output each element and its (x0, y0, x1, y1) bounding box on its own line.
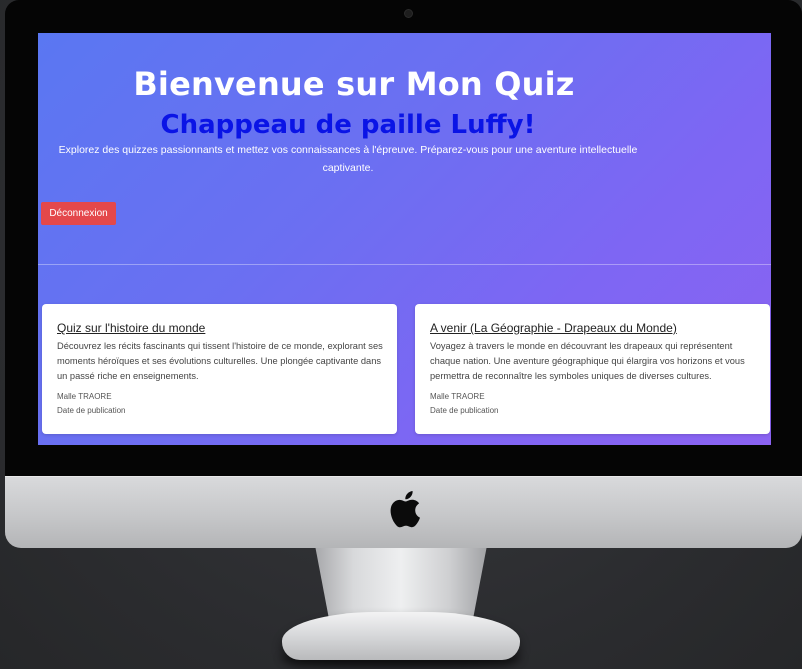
quiz-card-title-link[interactable]: A venir (La Géographie - Drapeaux du Mon… (430, 321, 677, 335)
apple-logo-icon (390, 491, 420, 528)
quiz-card-author: Malle TRAORE (57, 392, 112, 401)
quiz-card-description: Découvrez les récits fascinants qui tiss… (57, 341, 383, 381)
quiz-card-description: Voyagez à travers le monde en découvrant… (430, 341, 745, 381)
camera-icon (404, 9, 413, 18)
page-subtitle: Chappeau de paille Luffy! (160, 110, 536, 140)
quiz-card-date: Date de publication (430, 406, 499, 415)
quiz-card-author: Malle TRAORE (430, 392, 485, 401)
website-screen: Bienvenue sur Mon Quiz Chappeau de paill… (38, 33, 771, 445)
hero-description: Explorez des quizzes passionnants et met… (58, 144, 638, 174)
quiz-card-title-link[interactable]: Quiz sur l'histoire du monde (57, 321, 205, 335)
quiz-card-geography: A venir (La Géographie - Drapeaux du Mon… (415, 304, 770, 434)
page-title: Bienvenue sur Mon Quiz (133, 65, 575, 103)
monitor-stand-neck (315, 548, 487, 618)
quiz-card-date: Date de publication (57, 406, 126, 415)
monitor-stand-base (282, 612, 520, 660)
logout-button[interactable]: Déconnexion (41, 202, 116, 225)
section-divider (38, 264, 771, 265)
quiz-card-history: Quiz sur l'histoire du monde Découvrez l… (42, 304, 397, 434)
imac-mockup: Bienvenue sur Mon Quiz Chappeau de paill… (0, 0, 802, 669)
